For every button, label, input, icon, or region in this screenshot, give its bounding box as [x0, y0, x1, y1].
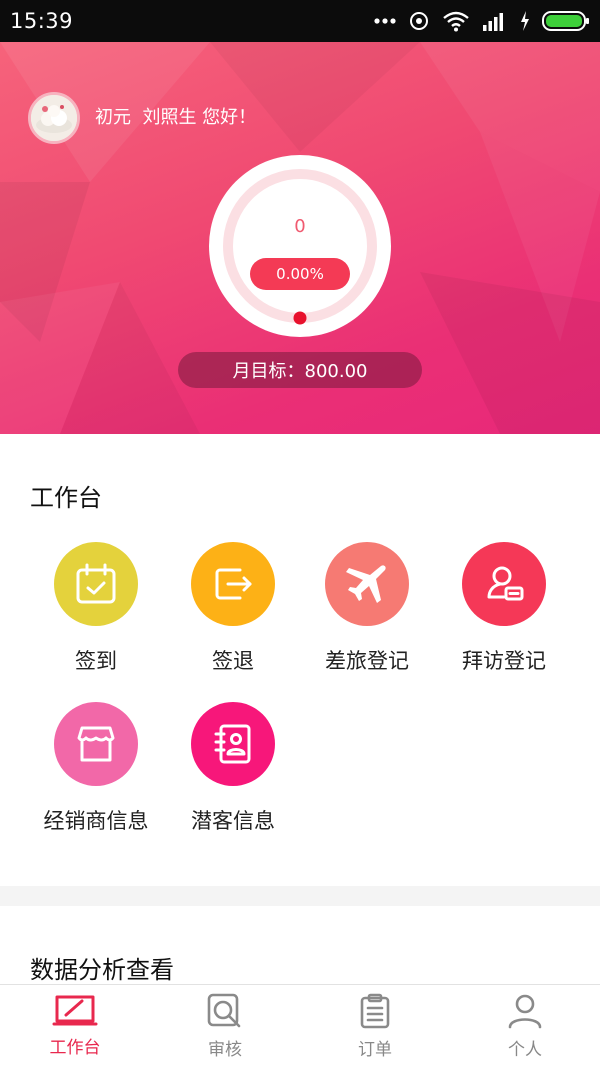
progress-percent-badge: 0.00%	[250, 258, 350, 290]
dealer-info-label: 经销商信息	[43, 809, 149, 833]
sign-in-icon-circle	[54, 542, 138, 626]
charging-icon	[521, 11, 529, 31]
sign-out-label: 签退	[212, 649, 254, 673]
visitor-card-icon	[487, 566, 524, 601]
progress-marker	[293, 311, 307, 325]
visit-registration-label: 拜访登记	[462, 649, 546, 673]
logout-arrow-icon	[215, 568, 252, 600]
status-time: 15:39	[10, 9, 74, 33]
travel-icon-circle	[325, 542, 409, 626]
sign-out-icon-circle	[191, 542, 275, 626]
prospect-info-button[interactable]: 潜客信息	[165, 702, 301, 835]
workbench-title: 工作台	[30, 484, 102, 512]
nav-tab-profile[interactable]: 个人	[450, 985, 600, 1067]
avatar[interactable]	[28, 92, 80, 144]
avatar-image	[31, 95, 77, 141]
airplane-icon	[346, 565, 386, 603]
person-icon	[508, 994, 542, 1029]
more-dots-icon	[374, 18, 396, 24]
nav-label-profile: 个人	[508, 1040, 542, 1060]
sign-in-button[interactable]: 签到	[28, 542, 164, 675]
calendar-check-icon	[76, 563, 116, 604]
progress-value: 0	[294, 216, 306, 237]
signal-icon	[483, 13, 503, 31]
travel-registration-button[interactable]: 差旅登记	[299, 542, 435, 675]
prospect-info-label: 潜客信息	[191, 809, 275, 833]
dealer-info-button[interactable]: 经销商信息	[28, 702, 164, 835]
nav-label-review: 审核	[208, 1040, 242, 1060]
sign-in-label: 签到	[75, 649, 117, 673]
clipboard-icon	[360, 993, 390, 1029]
sync-icon	[410, 12, 428, 30]
workbench-icon	[52, 995, 98, 1026]
visit-registration-button[interactable]: 拜访登记	[436, 542, 572, 675]
wifi-icon	[443, 11, 469, 32]
visit-icon-circle	[462, 542, 546, 626]
travel-registration-label: 差旅登记	[325, 649, 409, 673]
nav-label-orders: 订单	[358, 1040, 392, 1060]
store-icon	[77, 726, 115, 762]
bottom-nav: 工作台 审核 订单 个人	[0, 984, 600, 1067]
nav-label-workbench: 工作台	[49, 1038, 101, 1058]
nav-tab-workbench[interactable]: 工作台	[0, 985, 150, 1067]
analysis-title: 数据分析查看	[30, 956, 174, 984]
contact-book-icon	[214, 724, 251, 764]
nav-tab-orders[interactable]: 订单	[300, 985, 450, 1067]
greeting-text: 初元 刘照生 您好！	[95, 107, 257, 128]
battery-icon	[542, 11, 589, 31]
status-bar: 15:39	[0, 0, 600, 42]
status-icons	[374, 10, 590, 32]
header-banner: 初元 刘照生 您好！ 0 0.00% 月目标：800.00	[0, 42, 600, 434]
review-icon	[207, 993, 241, 1028]
monthly-target: 月目标：800.00	[178, 352, 422, 388]
progress-ring	[208, 154, 392, 338]
nav-tab-review[interactable]: 审核	[150, 985, 300, 1067]
sign-out-button[interactable]: 签退	[165, 542, 301, 675]
prospect-icon-circle	[191, 702, 275, 786]
dealer-icon-circle	[54, 702, 138, 786]
section-divider	[0, 886, 600, 906]
